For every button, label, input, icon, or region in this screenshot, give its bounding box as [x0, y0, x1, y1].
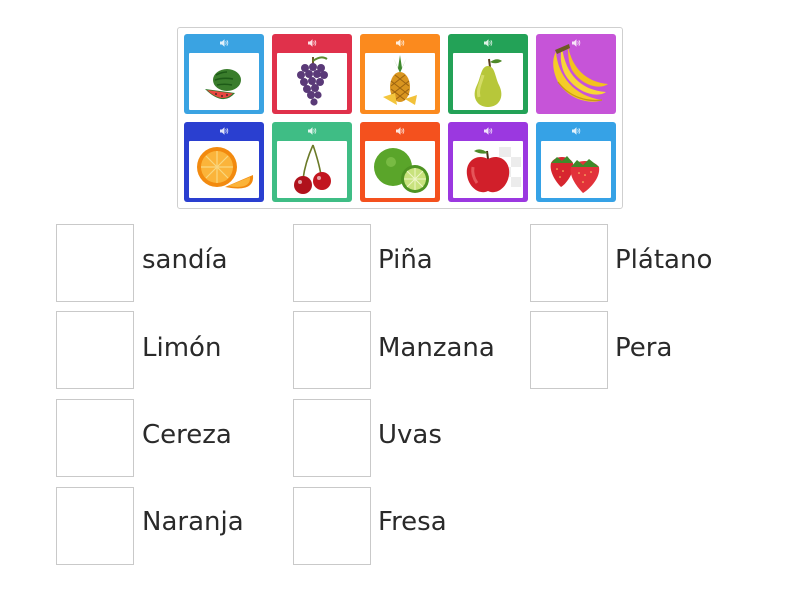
tile-header [448, 122, 528, 140]
watermelon-icon [189, 53, 259, 110]
drop-slot[interactable] [56, 399, 134, 477]
tile-header [272, 122, 352, 140]
match-activity: sandía Piña Plátano Limón Manzana Pera C… [0, 0, 800, 600]
tile-header [360, 122, 440, 140]
tile-header [536, 34, 616, 52]
word-label: Limón [142, 333, 222, 363]
word-label: Uvas [378, 420, 442, 450]
drop-slot[interactable] [293, 487, 371, 565]
drop-slot[interactable] [56, 224, 134, 302]
speaker-icon[interactable] [219, 38, 229, 48]
speaker-icon[interactable] [483, 38, 493, 48]
speaker-icon[interactable] [219, 126, 229, 136]
drop-slot[interactable] [56, 311, 134, 389]
speaker-icon[interactable] [307, 126, 317, 136]
tile-grapes[interactable] [272, 34, 352, 114]
speaker-icon[interactable] [483, 126, 493, 136]
pineapple-icon [365, 53, 435, 110]
tile-header [272, 34, 352, 52]
tile-header [448, 34, 528, 52]
word-label: Naranja [142, 507, 244, 537]
tile-lime[interactable] [360, 122, 440, 202]
tile-apple[interactable] [448, 122, 528, 202]
tile-strawberry[interactable] [536, 122, 616, 202]
word-label: sandía [142, 245, 228, 275]
cherry-icon [277, 141, 347, 198]
orange-icon [189, 141, 259, 198]
tile-header [536, 122, 616, 140]
tile-watermelon[interactable] [184, 34, 264, 114]
speaker-icon[interactable] [395, 38, 405, 48]
tile-cherry[interactable] [272, 122, 352, 202]
speaker-icon[interactable] [307, 38, 317, 48]
speaker-icon[interactable] [395, 126, 405, 136]
grapes-icon [277, 53, 347, 110]
drop-slot[interactable] [530, 311, 608, 389]
image-tray [177, 27, 623, 209]
speaker-icon[interactable] [571, 126, 581, 136]
tile-header [360, 34, 440, 52]
drop-slot[interactable] [293, 399, 371, 477]
drop-slot[interactable] [530, 224, 608, 302]
drop-slot[interactable] [293, 224, 371, 302]
strawberry-icon [541, 141, 611, 198]
tile-pear[interactable] [448, 34, 528, 114]
drop-slot[interactable] [56, 487, 134, 565]
word-label: Plátano [615, 245, 713, 275]
apple-icon [453, 141, 523, 198]
word-label: Manzana [378, 333, 495, 363]
tile-banana[interactable] [536, 34, 616, 114]
lime-icon [365, 141, 435, 198]
tile-orange[interactable] [184, 122, 264, 202]
word-label: Pera [615, 333, 673, 363]
speaker-icon[interactable] [571, 38, 581, 48]
tile-pineapple[interactable] [360, 34, 440, 114]
word-label: Piña [378, 245, 433, 275]
word-label: Cereza [142, 420, 232, 450]
drop-slot[interactable] [293, 311, 371, 389]
word-label: Fresa [378, 507, 447, 537]
tile-header [184, 122, 264, 140]
tile-header [184, 34, 264, 52]
pear-icon [453, 53, 523, 110]
